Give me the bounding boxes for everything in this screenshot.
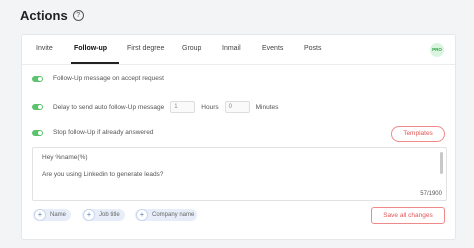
accept-follow-up-label: Follow-Up message on accept request — [53, 75, 164, 82]
tab-group[interactable]: Group — [182, 45, 201, 52]
tab-inmail[interactable]: Inmail — [222, 45, 241, 52]
delay-hours-input[interactable]: 1 — [170, 101, 196, 113]
templates-button[interactable]: Templates — [391, 126, 445, 142]
pro-badge: PRO — [430, 43, 444, 57]
delay-minutes-input[interactable]: 0 — [224, 101, 250, 113]
actions-panel: Invite Follow-up First degree Group Inma… — [21, 34, 456, 240]
insert-company-name-chip[interactable]: + Company name — [135, 209, 197, 221]
message-scrollbar[interactable] — [440, 152, 443, 174]
delay-setting: Delay to send auto follow-Up message 1 H… — [32, 101, 278, 113]
chip-label-job-title: Job title — [99, 212, 120, 218]
page-title: Actions — [20, 8, 68, 23]
delay-label: Delay to send auto follow-Up message — [53, 103, 165, 111]
message-line-greeting: Hey %name(%) — [42, 154, 88, 161]
tab-bar: Invite Follow-up First degree Group Inma… — [22, 35, 455, 65]
plus-icon: + — [136, 209, 148, 221]
character-counter: 57/1900 — [420, 191, 442, 197]
stop-follow-up-toggle[interactable] — [32, 129, 43, 136]
message-textarea[interactable]: Hey %name(%) Are you using Linkedin to g… — [32, 147, 447, 201]
active-tab-indicator — [71, 62, 119, 64]
help-icon[interactable]: ? — [72, 10, 84, 21]
chip-label-name: Name — [50, 212, 67, 218]
insert-job-title-chip[interactable]: + Job title — [82, 209, 125, 221]
actions-header: Actions ? — [20, 8, 84, 23]
plus-icon: + — [83, 209, 95, 221]
save-all-changes-button[interactable]: Save all changes — [371, 207, 445, 224]
tab-events[interactable]: Events — [262, 45, 283, 52]
stop-follow-up-setting: Stop follow-Up if already answered — [32, 129, 153, 136]
tab-posts[interactable]: Posts — [304, 45, 322, 52]
tab-follow-up[interactable]: Follow-up — [74, 45, 107, 52]
tab-first-degree[interactable]: First degree — [127, 45, 164, 52]
accept-follow-up-setting: Follow-Up message on accept request — [32, 75, 164, 82]
tab-invite[interactable]: Invite — [36, 45, 53, 52]
accept-follow-up-toggle[interactable] — [32, 75, 43, 82]
plus-icon: + — [34, 209, 46, 221]
insert-name-chip[interactable]: + Name — [33, 209, 71, 221]
delay-toggle[interactable] — [32, 104, 43, 110]
message-line-question: Are you using Linkedin to generate leads… — [42, 171, 164, 178]
chip-label-company-name: Company name — [152, 212, 195, 218]
delay-minutes-unit: Minutes — [255, 103, 279, 111]
delay-hours-unit: Hours — [201, 103, 219, 111]
stop-follow-up-label: Stop follow-Up if already answered — [53, 129, 154, 136]
